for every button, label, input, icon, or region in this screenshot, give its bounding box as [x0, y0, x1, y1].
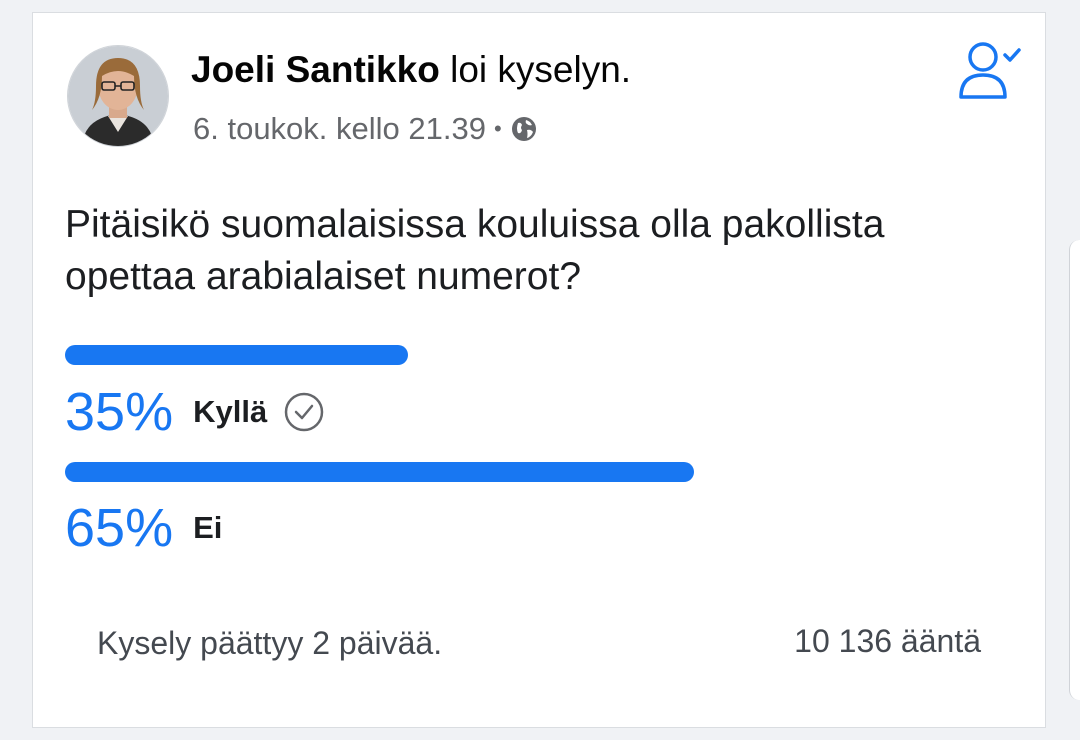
post-meta: 6. toukok. kello 21.39 • — [193, 111, 538, 147]
author-avatar[interactable] — [67, 45, 169, 147]
poll-option-percent: 35% — [65, 382, 174, 442]
post-timestamp[interactable]: 6. toukok. kello 21.39 — [193, 111, 486, 147]
adjacent-card-edge — [1069, 240, 1080, 700]
poll-votes-count[interactable]: 10 136 ääntä — [794, 623, 981, 660]
poll-result-bar-kylla — [65, 345, 408, 365]
poll-post-card: Joeli Santikko loi kyselyn. 6. toukok. k… — [32, 12, 1046, 728]
author-name[interactable]: Joeli Santikko — [191, 49, 440, 90]
meta-separator: • — [493, 116, 502, 141]
poll-option-kylla[interactable]: 35% Kyllä — [65, 381, 325, 443]
poll-question: Pitäisikö suomalaisissa kouluissa olla p… — [65, 203, 885, 298]
poll-result-bar-ei — [65, 462, 694, 482]
poll-option-percent: 65% — [65, 498, 174, 558]
poll-option-ei[interactable]: 65% Ei — [65, 497, 222, 559]
poll-ends-text: Kysely päättyy 2 päivää. — [97, 625, 443, 661]
poll-option-label: Kyllä — [193, 394, 268, 429]
person-check-icon[interactable] — [953, 39, 1025, 103]
post-header-title: Joeli Santikko loi kyselyn. — [191, 49, 631, 91]
globe-icon[interactable] — [510, 115, 538, 143]
check-circle-icon — [283, 391, 325, 433]
poll-option-label: Ei — [193, 510, 223, 545]
post-action-text: loi kyselyn. — [439, 49, 632, 90]
